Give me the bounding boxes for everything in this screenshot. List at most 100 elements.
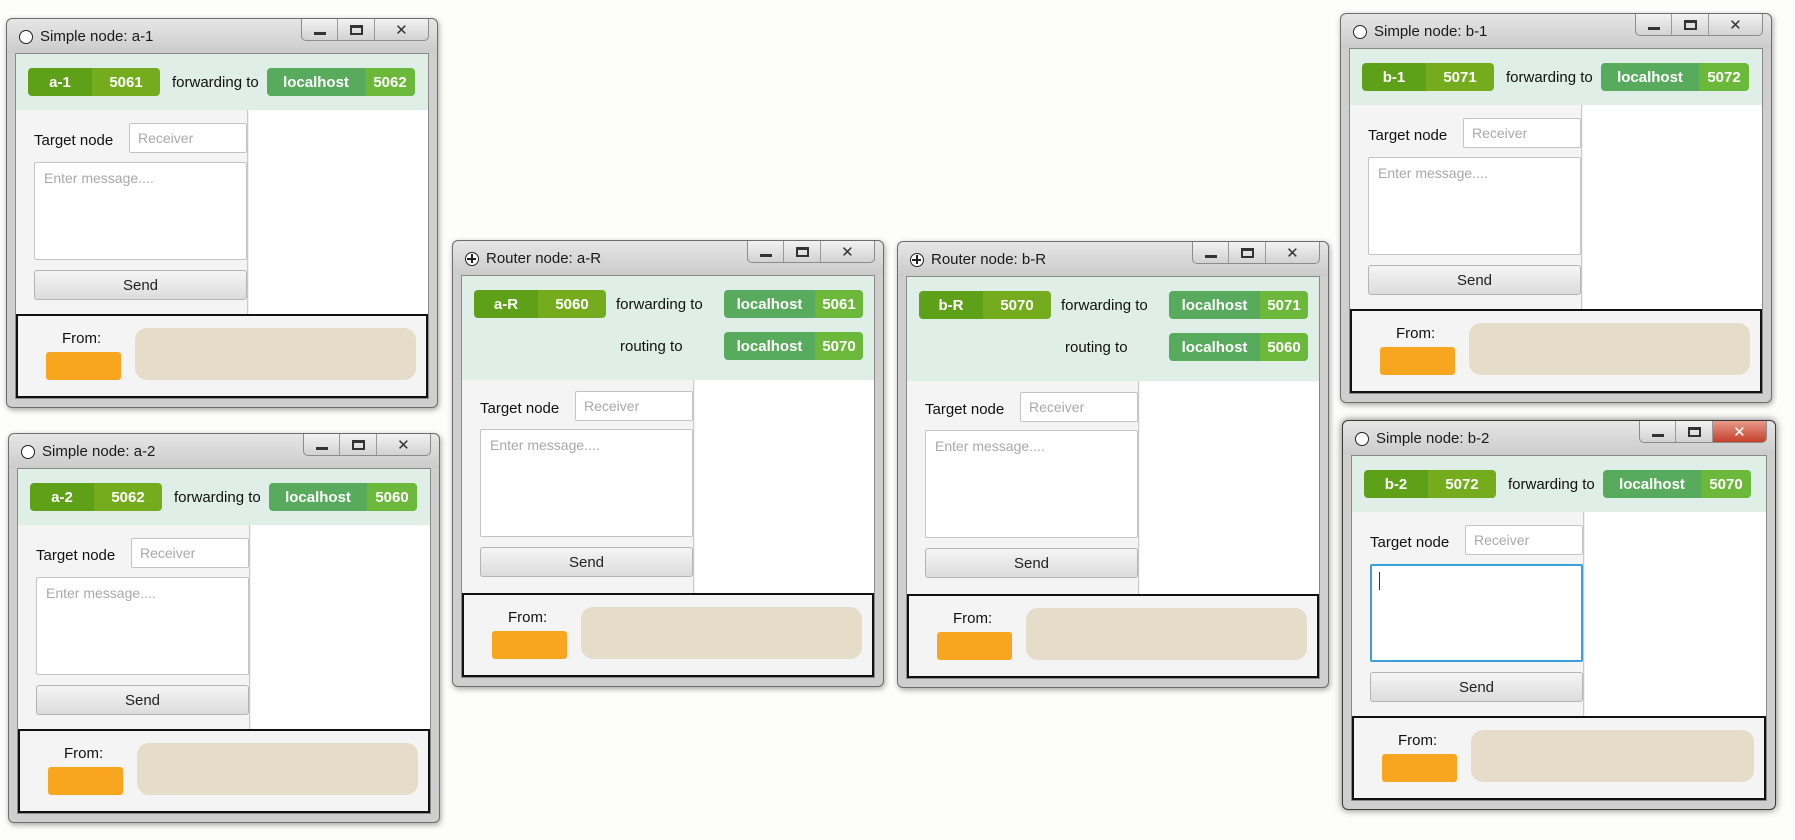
forwarding-label: forwarding to: [174, 489, 261, 506]
receiver-input[interactable]: Receiver: [1020, 392, 1138, 422]
routing-host: localhost: [1169, 333, 1260, 361]
title-bar[interactable]: Simple node: b-1 ✕: [1341, 14, 1771, 48]
maximize-button[interactable]: [337, 19, 373, 40]
from-label: From:: [62, 330, 102, 347]
received-message-area: From:: [1352, 716, 1766, 800]
maximize-icon: [1683, 19, 1697, 30]
forward-target-badge: localhost 5071: [1169, 291, 1308, 319]
sender-badge: [1382, 754, 1457, 782]
node-id-badge: b-1 5071: [1362, 63, 1494, 91]
forward-target-badge: localhost 5061: [724, 290, 863, 318]
compose-pane: Target node Receiver Send: [1352, 512, 1584, 716]
window-a-1: Simple node: a-1 ✕ a-1 5061 forwarding t…: [6, 18, 438, 408]
message-input[interactable]: Enter message....: [480, 429, 693, 537]
forward-host: localhost: [1603, 470, 1701, 498]
routing-port: 5070: [815, 332, 863, 360]
minimize-button[interactable]: [1640, 421, 1675, 442]
circle-icon: [19, 30, 33, 44]
send-button[interactable]: Send: [1370, 672, 1583, 702]
received-message-area: From:: [16, 314, 428, 398]
forward-host: localhost: [1169, 291, 1260, 319]
window-controls: ✕: [303, 434, 431, 456]
minimize-icon: [1651, 434, 1664, 437]
title-bar[interactable]: Router node: b-R ✕: [898, 242, 1328, 276]
window-controls: ✕: [1635, 14, 1763, 36]
forwarding-label: forwarding to: [1061, 297, 1148, 314]
maximize-button[interactable]: [1675, 421, 1711, 442]
message-input[interactable]: Enter message....: [34, 162, 247, 260]
forwarding-label: forwarding to: [172, 74, 259, 91]
from-label: From:: [1396, 325, 1436, 342]
send-button[interactable]: Send: [925, 548, 1138, 578]
forwarding-label: forwarding to: [1508, 476, 1595, 493]
window-controls: ✕: [1192, 242, 1320, 264]
title-bar[interactable]: Simple node: b-2 ✕: [1343, 421, 1775, 455]
receiver-input[interactable]: Receiver: [1465, 525, 1583, 555]
close-icon: ✕: [841, 243, 854, 261]
receiver-input[interactable]: Receiver: [129, 123, 247, 153]
log-pane: [1140, 381, 1319, 594]
compose-pane: Target node Receiver Enter message.... S…: [462, 380, 694, 593]
from-label: From:: [64, 745, 104, 762]
target-node-label: Target node: [480, 400, 560, 417]
send-button[interactable]: Send: [34, 270, 247, 300]
maximize-button[interactable]: [1671, 14, 1707, 35]
connection-header: a-2 5062 forwarding to localhost 5060: [18, 469, 430, 525]
log-pane: [1585, 512, 1766, 716]
window-title: Router node: b-R: [931, 251, 1047, 268]
circle-icon: [1355, 432, 1369, 446]
node-id-badge: a-1 5061: [28, 68, 160, 96]
message-input[interactable]: Enter message....: [925, 430, 1138, 538]
receiver-input[interactable]: Receiver: [131, 538, 249, 568]
minimize-button[interactable]: [1193, 242, 1228, 263]
minimize-button[interactable]: [1636, 14, 1671, 35]
compose-pane: Target node Receiver Enter message.... S…: [16, 110, 248, 314]
node-id-badge: b-R 5070: [919, 291, 1051, 319]
maximize-button[interactable]: [1228, 242, 1264, 263]
maximize-button[interactable]: [783, 241, 819, 262]
connection-header: b-R 5070 forwarding to localhost 5071 ro…: [907, 277, 1319, 381]
close-button[interactable]: ✕: [375, 434, 430, 455]
target-node-label: Target node: [1368, 127, 1448, 144]
window-b-2: Simple node: b-2 ✕ b-2 5072 forwarding t…: [1342, 420, 1776, 810]
close-button[interactable]: ✕: [819, 241, 874, 262]
node-panel: a-1 5061 forwarding to localhost 5062 Ta…: [15, 53, 429, 399]
sender-badge: [48, 767, 123, 795]
forward-target-badge: localhost 5070: [1603, 470, 1751, 498]
sender-badge: [492, 631, 567, 659]
window-b-R: Router node: b-R ✕ b-R 5070 forwarding t…: [897, 241, 1329, 688]
node-panel: b-2 5072 forwarding to localhost 5070 Ta…: [1351, 455, 1767, 801]
title-bar[interactable]: Simple node: a-1 ✕: [7, 19, 437, 53]
circle-icon: [1353, 25, 1367, 39]
close-button[interactable]: ✕: [1264, 242, 1319, 263]
title-bar[interactable]: Simple node: a-2 ✕: [9, 434, 439, 468]
send-button[interactable]: Send: [480, 547, 693, 577]
send-button[interactable]: Send: [36, 685, 249, 715]
window-title: Simple node: a-1: [40, 28, 154, 45]
routing-host: localhost: [724, 332, 815, 360]
window-title: Simple node: b-2: [1376, 430, 1490, 447]
title-bar[interactable]: Router node: a-R ✕: [453, 241, 883, 275]
close-button[interactable]: ✕: [1711, 421, 1766, 442]
send-button[interactable]: Send: [1368, 265, 1581, 295]
forward-host: localhost: [269, 483, 367, 511]
message-input[interactable]: Enter message....: [1368, 157, 1581, 255]
node-port: 5061: [92, 68, 160, 96]
maximize-button[interactable]: [339, 434, 375, 455]
receiver-input[interactable]: Receiver: [575, 391, 693, 421]
close-button[interactable]: ✕: [1707, 14, 1762, 35]
log-pane: [249, 110, 428, 314]
message-input[interactable]: Enter message....: [36, 577, 249, 675]
forward-host: localhost: [724, 290, 815, 318]
message-input[interactable]: [1370, 564, 1583, 662]
minimize-button[interactable]: [304, 434, 339, 455]
close-icon: ✕: [1286, 244, 1299, 262]
message-bubble: [581, 607, 862, 659]
close-button[interactable]: ✕: [373, 19, 428, 40]
receiver-input[interactable]: Receiver: [1463, 118, 1581, 148]
minimize-button[interactable]: [302, 19, 337, 40]
routing-target-badge: localhost 5070: [724, 332, 863, 360]
forward-target-badge: localhost 5072: [1601, 63, 1749, 91]
minimize-button[interactable]: [748, 241, 783, 262]
message-bubble: [1026, 608, 1307, 660]
